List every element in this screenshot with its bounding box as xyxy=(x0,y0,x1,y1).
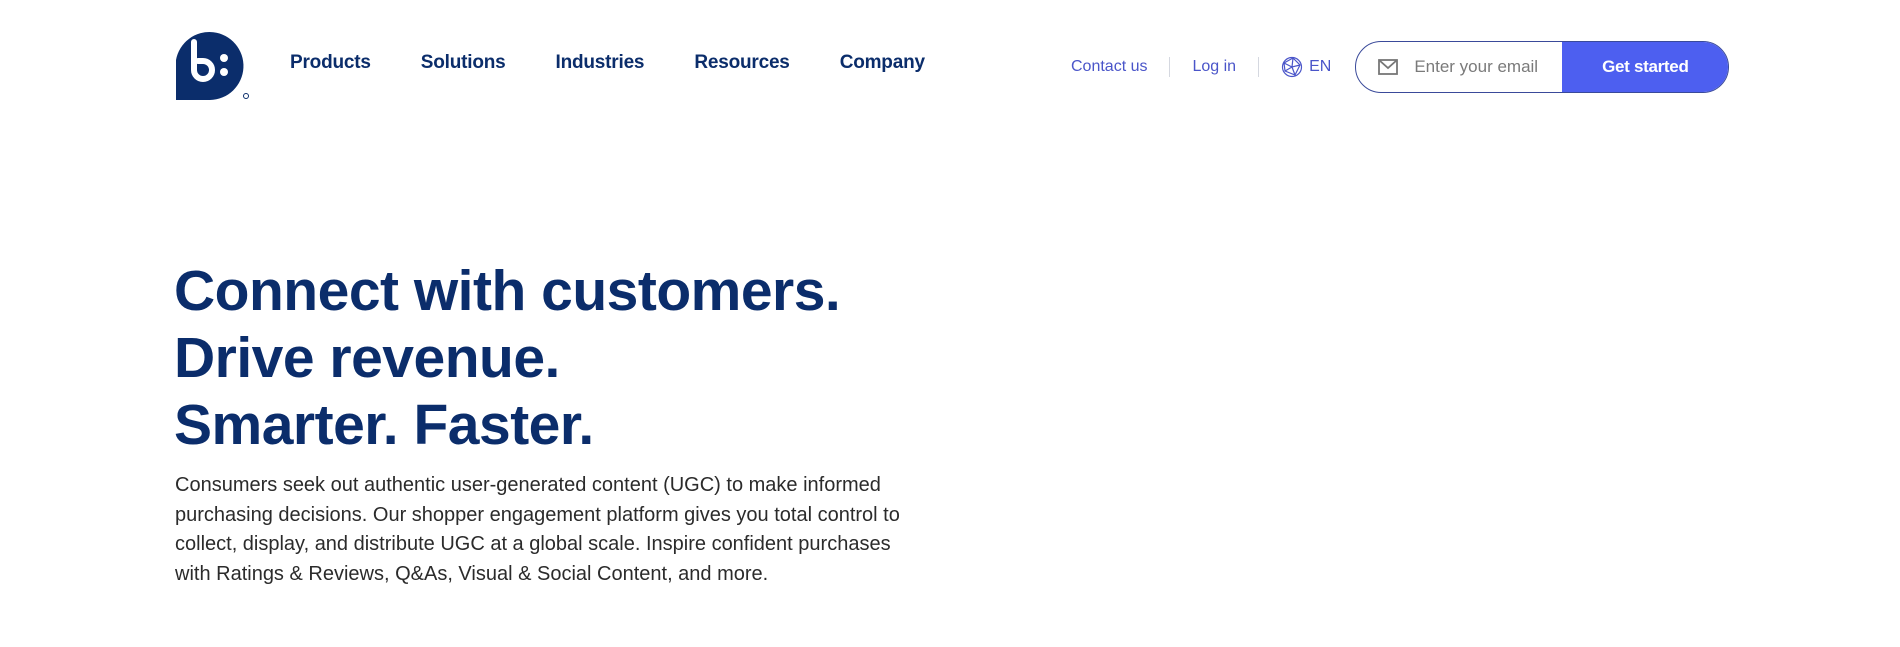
divider xyxy=(1169,57,1171,77)
nav-solutions[interactable]: Solutions xyxy=(421,52,506,74)
hero-headline: Connect with customers. Drive revenue. S… xyxy=(174,258,841,459)
logo[interactable] xyxy=(176,26,250,100)
nav-company[interactable]: Company xyxy=(840,52,925,74)
nav-resources[interactable]: Resources xyxy=(694,52,790,74)
nav-products[interactable]: Products xyxy=(290,52,371,74)
header-actions: Contact us Log in EN Get started xyxy=(1071,41,1730,93)
headline-line: Smarter. Faster. xyxy=(174,393,594,457)
contact-us-link[interactable]: Contact us xyxy=(1071,58,1147,76)
main-nav: Products Solutions Industries Resources … xyxy=(290,52,975,74)
signup-form: Get started xyxy=(1355,41,1730,93)
email-input[interactable] xyxy=(1412,56,1557,78)
get-started-button[interactable]: Get started xyxy=(1562,42,1729,92)
envelope-icon xyxy=(1378,59,1399,75)
divider xyxy=(1258,57,1260,77)
email-field-wrapper xyxy=(1356,42,1562,92)
login-link[interactable]: Log in xyxy=(1192,58,1236,76)
language-label: EN xyxy=(1309,58,1332,75)
headline-line: Connect with customers. xyxy=(174,259,841,323)
globe-icon xyxy=(1281,56,1303,78)
hero-description: Consumers seek out authentic user-genera… xyxy=(175,474,900,586)
headline-line: Drive revenue. xyxy=(174,326,560,390)
language-selector[interactable]: EN xyxy=(1281,56,1331,78)
nav-industries[interactable]: Industries xyxy=(556,52,645,74)
